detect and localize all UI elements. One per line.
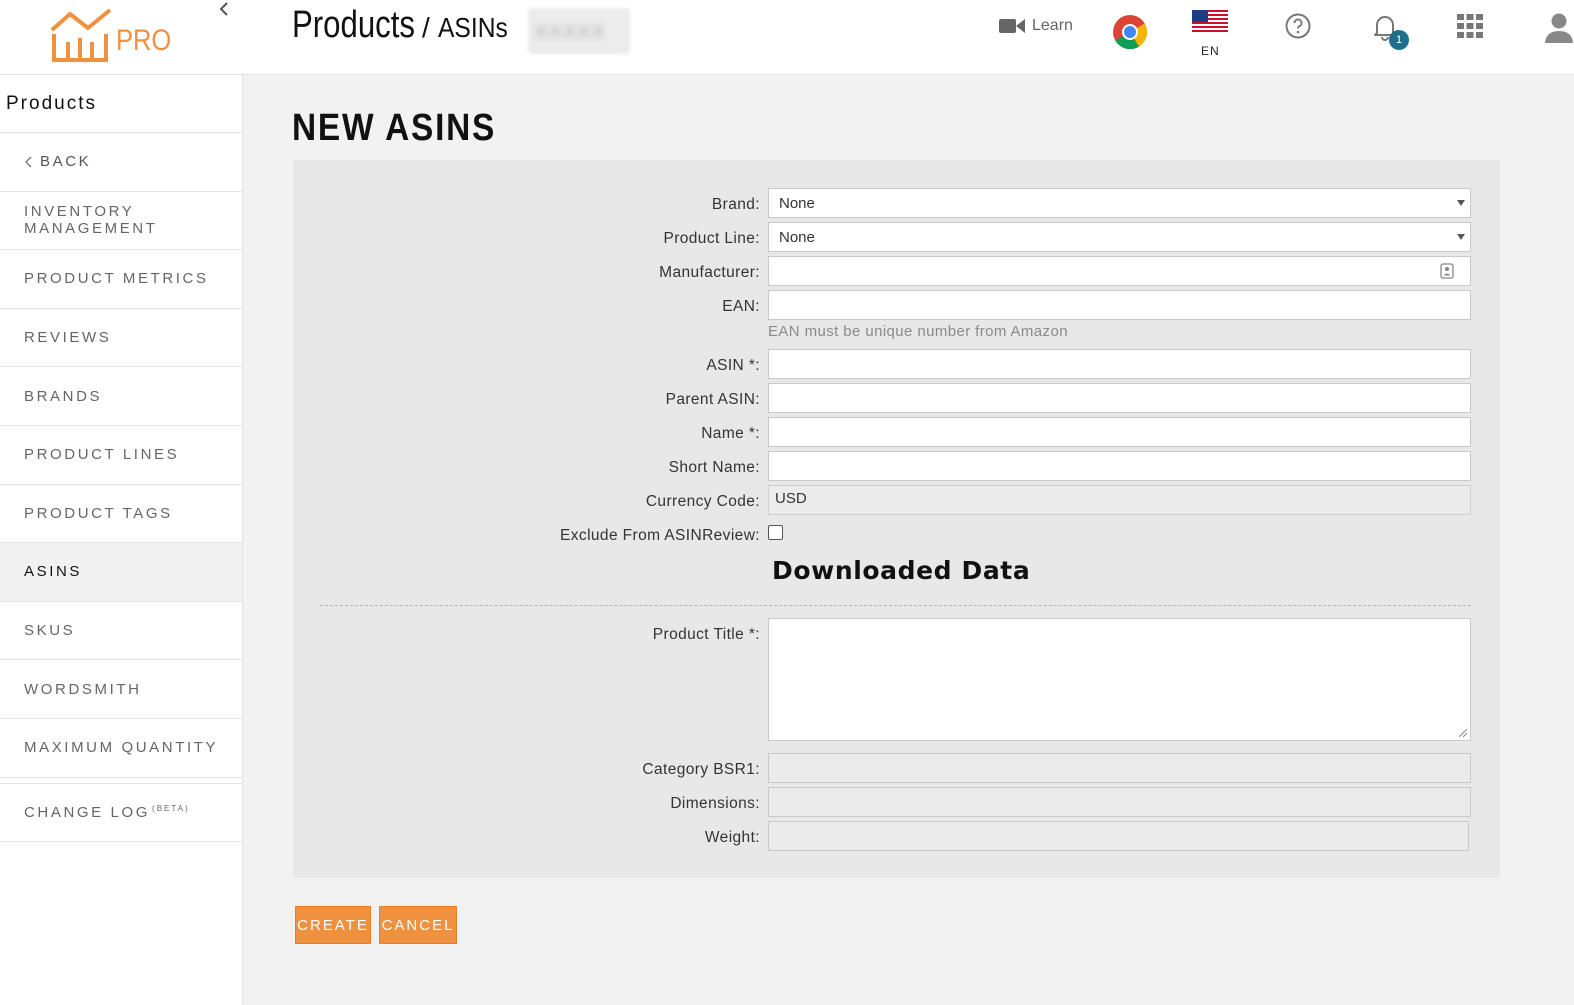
brand-row: Brand: None: [293, 188, 1500, 218]
sidebar-item-brands[interactable]: BRANDS: [0, 367, 242, 426]
sidebar-item-wordsmith[interactable]: WORDSMITH: [0, 660, 242, 719]
collapse-chevron-icon[interactable]: [216, 0, 234, 18]
parent-asin-row: Parent ASIN:: [293, 383, 1500, 413]
logo-text: PRO: [116, 24, 172, 57]
notification-badge: 1: [1389, 30, 1409, 50]
product-line-select[interactable]: None: [768, 222, 1471, 252]
exclude-row: Exclude From ASINReview:: [293, 519, 1500, 549]
ean-label: EAN:: [722, 298, 760, 315]
sidebar-item-inventory-management[interactable]: INVENTORY MANAGEMENT: [0, 192, 242, 251]
currency-label: Currency Code:: [645, 493, 760, 510]
beta-badge: (BETA): [152, 803, 190, 813]
chevron-left-icon: [25, 156, 32, 168]
product-line-select-value: None: [779, 229, 815, 246]
sidebar-item-skus[interactable]: SKUS: [0, 602, 242, 661]
name-label: Name *:: [701, 425, 760, 442]
short-name-input[interactable]: [768, 451, 1471, 481]
dimensions-row: Dimensions:: [293, 787, 1500, 817]
product-line-label: Product Line:: [663, 230, 760, 247]
downloaded-data-heading: Downloaded Data: [772, 556, 1031, 585]
sidebar-back-link[interactable]: BACK: [0, 133, 242, 192]
product-line-row: Product Line: None: [293, 222, 1500, 252]
dimensions-label: Dimensions:: [670, 795, 760, 812]
name-row: Name *:: [293, 417, 1500, 447]
apps-grid-icon[interactable]: [1457, 14, 1483, 38]
change-log-label: CHANGE LOG: [24, 803, 151, 821]
blurred-account-name: xxxxx: [528, 8, 630, 54]
sidebar: Products BACK INVENTORY MANAGEMENT PRODU…: [0, 75, 243, 1005]
dropdown-arrow-icon: [1457, 234, 1465, 240]
product-title-label: Product Title *:: [652, 626, 760, 643]
chrome-icon[interactable]: [1112, 14, 1148, 50]
sidebar-item-reviews[interactable]: REVIEWS: [0, 309, 242, 368]
brand-select[interactable]: None: [768, 188, 1471, 218]
resize-grip-icon[interactable]: [1458, 728, 1468, 738]
page-title: NEW ASINS: [292, 107, 497, 149]
help-icon[interactable]: [1285, 13, 1311, 39]
currency-row: Currency Code: USD: [293, 485, 1500, 515]
video-camera-icon: [999, 19, 1025, 33]
sidebar-item-change-log[interactable]: CHANGE LOG (BETA): [0, 784, 242, 843]
sidebar-item-asins[interactable]: ASINS: [0, 543, 242, 602]
us-flag-icon[interactable]: [1192, 10, 1228, 34]
sidebar-item-maximum-quantity[interactable]: MAXIMUM QUANTITY: [0, 719, 242, 778]
dropdown-arrow-icon: [1457, 200, 1465, 206]
breadcrumb-products[interactable]: Products: [292, 4, 415, 47]
product-title-row: Product Title *:: [293, 618, 1500, 742]
weight-field: [768, 821, 1469, 851]
name-input[interactable]: [768, 417, 1471, 447]
user-icon[interactable]: [1543, 12, 1574, 44]
brand-label: Brand:: [711, 196, 760, 213]
asin-label: ASIN *:: [706, 357, 760, 374]
cancel-button[interactable]: CANCEL: [379, 906, 457, 944]
breadcrumb-separator: /: [422, 12, 430, 43]
section-divider: [320, 605, 1471, 606]
currency-code-field: USD: [768, 485, 1471, 515]
exclude-from-asinreview-checkbox[interactable]: [768, 525, 783, 540]
form-actions: CREATE CANCEL: [295, 906, 457, 944]
category-bsr-label: Category BSR1:: [642, 761, 760, 778]
weight-label: Weight:: [704, 829, 760, 846]
create-button[interactable]: CREATE: [295, 906, 371, 944]
contact-card-icon[interactable]: [1440, 263, 1454, 279]
exclude-label: Exclude From ASINReview:: [560, 527, 760, 544]
currency-value: USD: [775, 490, 807, 507]
category-bsr-row: Category BSR1:: [293, 753, 1500, 783]
sidebar-item-product-metrics[interactable]: PRODUCT METRICS: [0, 250, 242, 309]
weight-row: Weight:: [293, 821, 1500, 851]
parent-asin-label: Parent ASIN:: [665, 391, 760, 408]
manufacturer-label: Manufacturer:: [659, 264, 760, 281]
product-title-textarea[interactable]: [768, 618, 1471, 741]
sidebar-title: Products: [0, 75, 242, 133]
breadcrumb-asins: ASINs: [437, 12, 508, 43]
manufacturer-input[interactable]: [768, 256, 1471, 286]
short-name-label: Short Name:: [668, 459, 760, 476]
dimensions-field: [768, 787, 1471, 817]
learn-label: Learn: [1032, 17, 1073, 34]
brand-select-value: None: [779, 195, 815, 212]
category-bsr-field: [768, 753, 1471, 783]
sidebar-item-product-lines[interactable]: PRODUCT LINES: [0, 426, 242, 485]
parent-asin-input[interactable]: [768, 383, 1471, 413]
asin-input[interactable]: [768, 349, 1471, 379]
asin-row: ASIN *:: [293, 349, 1500, 379]
new-asin-form: Brand: None Product Line: None Manufactu…: [293, 160, 1500, 878]
breadcrumb: Products / ASINs: [292, 4, 517, 52]
ean-hint: EAN must be unique number from Amazon: [768, 323, 1068, 340]
short-name-row: Short Name:: [293, 451, 1500, 481]
ean-input[interactable]: [768, 290, 1471, 320]
language-label[interactable]: EN: [1201, 44, 1220, 58]
learn-button[interactable]: Learn: [998, 16, 1073, 36]
sidebar-back-label: BACK: [40, 153, 92, 171]
sidebar-item-product-tags[interactable]: PRODUCT TAGS: [0, 485, 242, 544]
top-header: PRO Products / ASINs xxxxx Learn EN 1: [0, 0, 1574, 75]
manufacturer-row: Manufacturer:: [293, 256, 1500, 286]
ean-row: EAN:: [293, 290, 1500, 320]
